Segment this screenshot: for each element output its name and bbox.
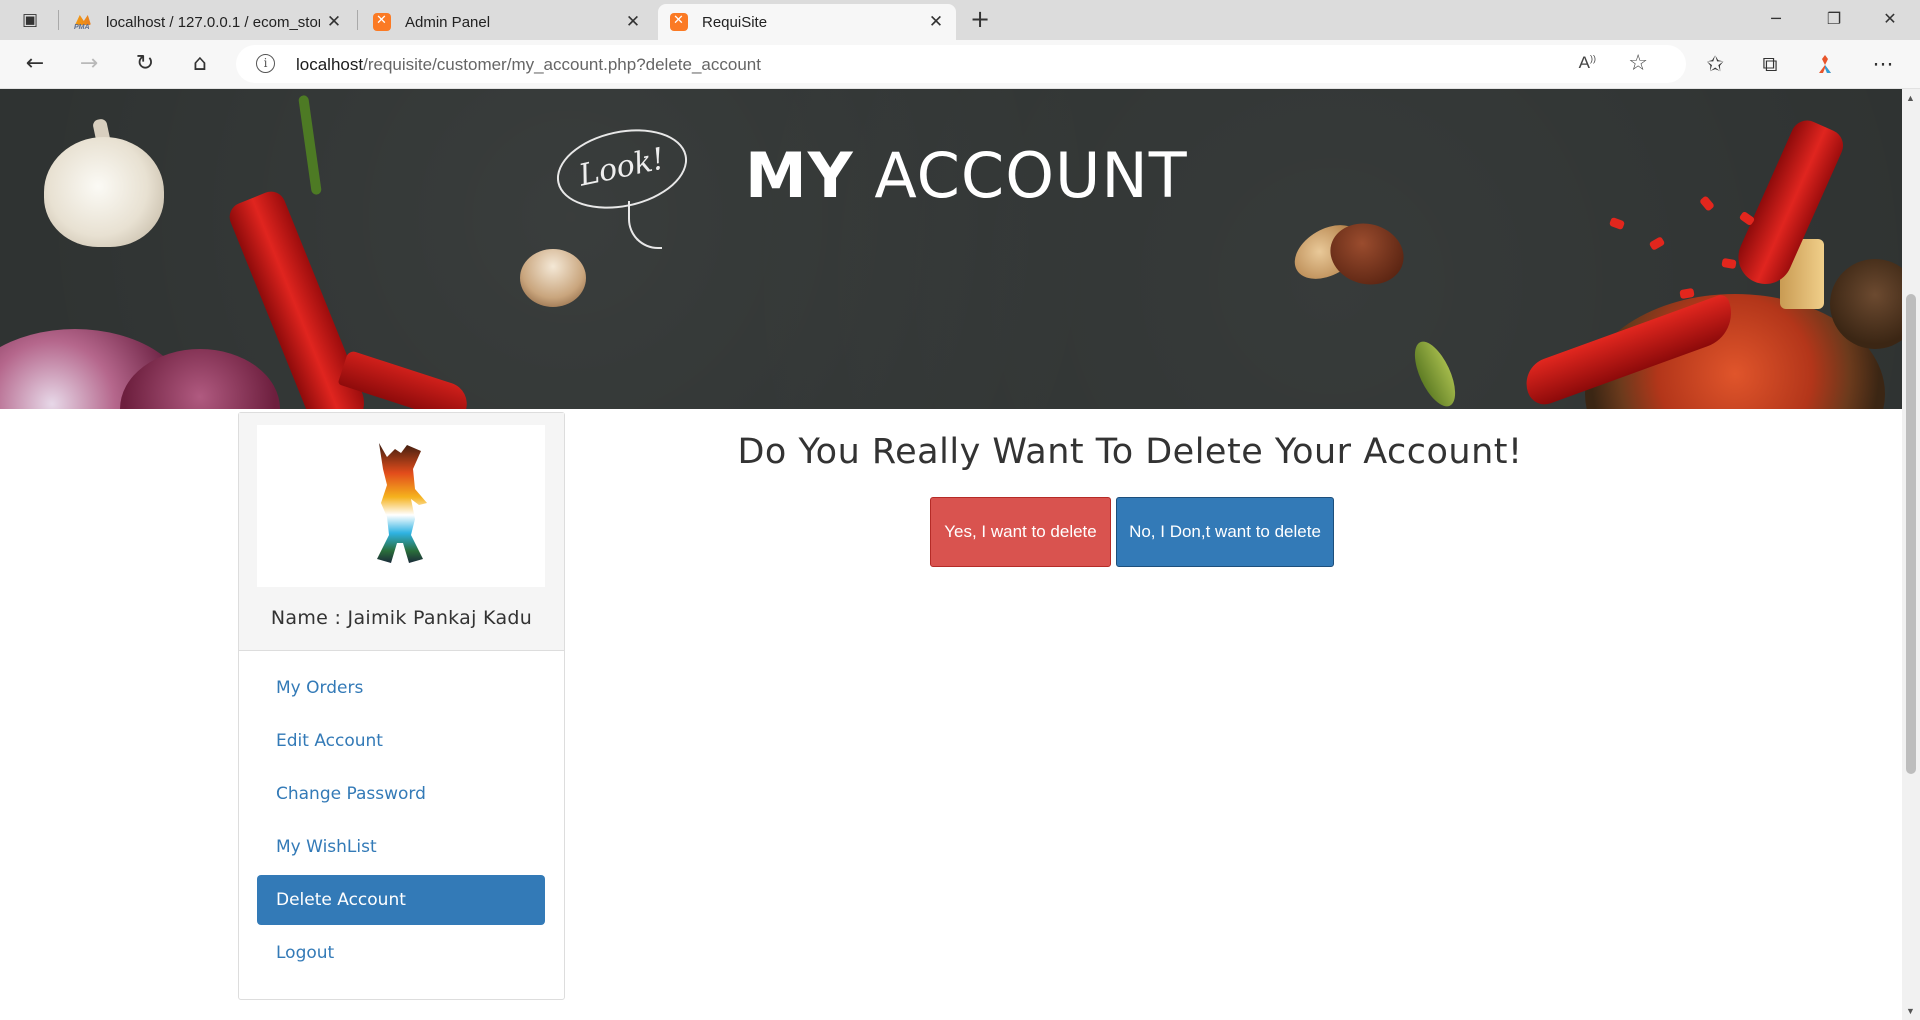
sidebar-item-logout[interactable]: Logout bbox=[257, 928, 545, 978]
tab-requisite[interactable]: RequiSite ✕ bbox=[658, 4, 956, 40]
browser-toolbar: ← → ↻ ⌂ i localhost/requisite/customer/m… bbox=[0, 40, 1920, 89]
tab-title: Admin Panel bbox=[405, 13, 491, 31]
chili-stem-decoration bbox=[298, 94, 322, 196]
xampp-icon bbox=[670, 13, 688, 31]
tab-separator bbox=[357, 10, 358, 30]
delete-confirm-heading: Do You Really Want To Delete Your Accoun… bbox=[737, 432, 1523, 472]
close-tab-icon[interactable]: ✕ bbox=[928, 12, 944, 32]
avatar bbox=[257, 425, 545, 587]
look-arrow-decoration bbox=[628, 201, 662, 249]
browser-tab-bar: ▣ localhost / 127.0.0.1 / ecom_stor ✕ Ad… bbox=[0, 0, 1920, 40]
phpmyadmin-icon bbox=[74, 13, 92, 31]
read-aloud-icon[interactable]: A)) bbox=[1579, 53, 1596, 73]
minimize-icon[interactable]: ─ bbox=[1748, 0, 1804, 40]
xampp-icon bbox=[373, 13, 391, 31]
favorites-icon[interactable]: ✩ bbox=[1698, 48, 1732, 82]
tab-admin-panel[interactable]: Admin Panel ✕ bbox=[361, 4, 653, 40]
close-tab-icon[interactable]: ✕ bbox=[625, 12, 641, 32]
scroll-down-icon[interactable]: ▼ bbox=[1906, 1006, 1915, 1016]
forward-icon[interactable]: → bbox=[72, 48, 106, 82]
chili-flake-decoration bbox=[1648, 236, 1666, 251]
url-text[interactable]: localhost/requisite/customer/my_account.… bbox=[296, 55, 761, 75]
page-viewport: Look! MY ACCOUNT Name: Jaimik Pankaj Ka… bbox=[0, 89, 1902, 1020]
page-title-bold: MY bbox=[745, 139, 854, 212]
profile-icon[interactable] bbox=[1808, 48, 1842, 82]
chili-flake-decoration bbox=[1721, 257, 1737, 270]
hero-banner: Look! MY ACCOUNT bbox=[0, 89, 1902, 409]
site-info-icon[interactable]: i bbox=[256, 54, 275, 73]
sidebar-item-edit-account[interactable]: Edit Account bbox=[257, 716, 545, 766]
profile-card: Name : Jaimik Pankaj Kadu bbox=[239, 413, 564, 651]
chili-flake-decoration bbox=[1699, 195, 1715, 212]
tab-title: localhost / 127.0.0.1 / ecom_stor bbox=[106, 13, 320, 31]
scroll-thumb[interactable] bbox=[1906, 294, 1916, 774]
tab-actions-icon[interactable]: ▣ bbox=[14, 8, 46, 32]
collections-icon[interactable]: ⧉ bbox=[1753, 48, 1787, 82]
back-icon[interactable]: ← bbox=[18, 48, 52, 82]
page-title-light: ACCOUNT bbox=[874, 139, 1188, 212]
account-menu: My Orders Edit Account Change Password M… bbox=[257, 663, 545, 981]
url-path: /requisite/customer/my_account.php?delet… bbox=[363, 55, 761, 74]
look-badge: Look! bbox=[549, 118, 695, 220]
account-sidebar: Name : Jaimik Pankaj Kadu My Orders Edit… bbox=[238, 412, 565, 1000]
close-tab-icon[interactable]: ✕ bbox=[326, 12, 342, 32]
sidebar-item-my-orders[interactable]: My Orders bbox=[257, 663, 545, 713]
page-title: MY ACCOUNT bbox=[745, 139, 1188, 212]
more-menu-icon[interactable]: ⋯ bbox=[1866, 48, 1900, 82]
add-favorite-icon[interactable]: ☆ bbox=[1628, 51, 1648, 76]
close-window-icon[interactable]: ✕ bbox=[1862, 0, 1918, 40]
home-icon[interactable]: ⌂ bbox=[183, 48, 217, 82]
address-bar[interactable]: i localhost/requisite/customer/my_accoun… bbox=[236, 45, 1686, 83]
chili-flake-decoration bbox=[1608, 216, 1626, 231]
avatar-figure-icon bbox=[377, 443, 427, 563]
mushroom-decoration bbox=[520, 249, 586, 307]
restore-icon[interactable]: ❐ bbox=[1806, 0, 1862, 40]
sidebar-item-delete-account[interactable]: Delete Account bbox=[257, 875, 545, 925]
scroll-up-icon[interactable]: ▲ bbox=[1906, 93, 1915, 103]
tab-title: RequiSite bbox=[702, 13, 768, 31]
garlic-decoration bbox=[44, 137, 164, 247]
sidebar-item-change-password[interactable]: Change Password bbox=[257, 769, 545, 819]
confirm-delete-button[interactable]: Yes, I want to delete bbox=[930, 497, 1111, 567]
url-host: localhost bbox=[296, 55, 364, 74]
sidebar-item-my-wishlist[interactable]: My WishList bbox=[257, 822, 545, 872]
refresh-icon[interactable]: ↻ bbox=[128, 48, 162, 82]
page-scrollbar[interactable]: ▲ ▼ bbox=[1902, 89, 1920, 1020]
cancel-delete-button[interactable]: No, I Don,t want to delete bbox=[1116, 497, 1334, 567]
new-tab-icon[interactable]: + bbox=[966, 6, 994, 34]
tab-separator bbox=[58, 10, 59, 30]
profile-name: Name : Jaimik Pankaj Kadu bbox=[270, 607, 533, 629]
leaf-decoration bbox=[1406, 335, 1464, 409]
chili-decoration bbox=[1729, 115, 1849, 293]
tab-phpmyadmin[interactable]: localhost / 127.0.0.1 / ecom_stor ✕ bbox=[62, 4, 354, 40]
